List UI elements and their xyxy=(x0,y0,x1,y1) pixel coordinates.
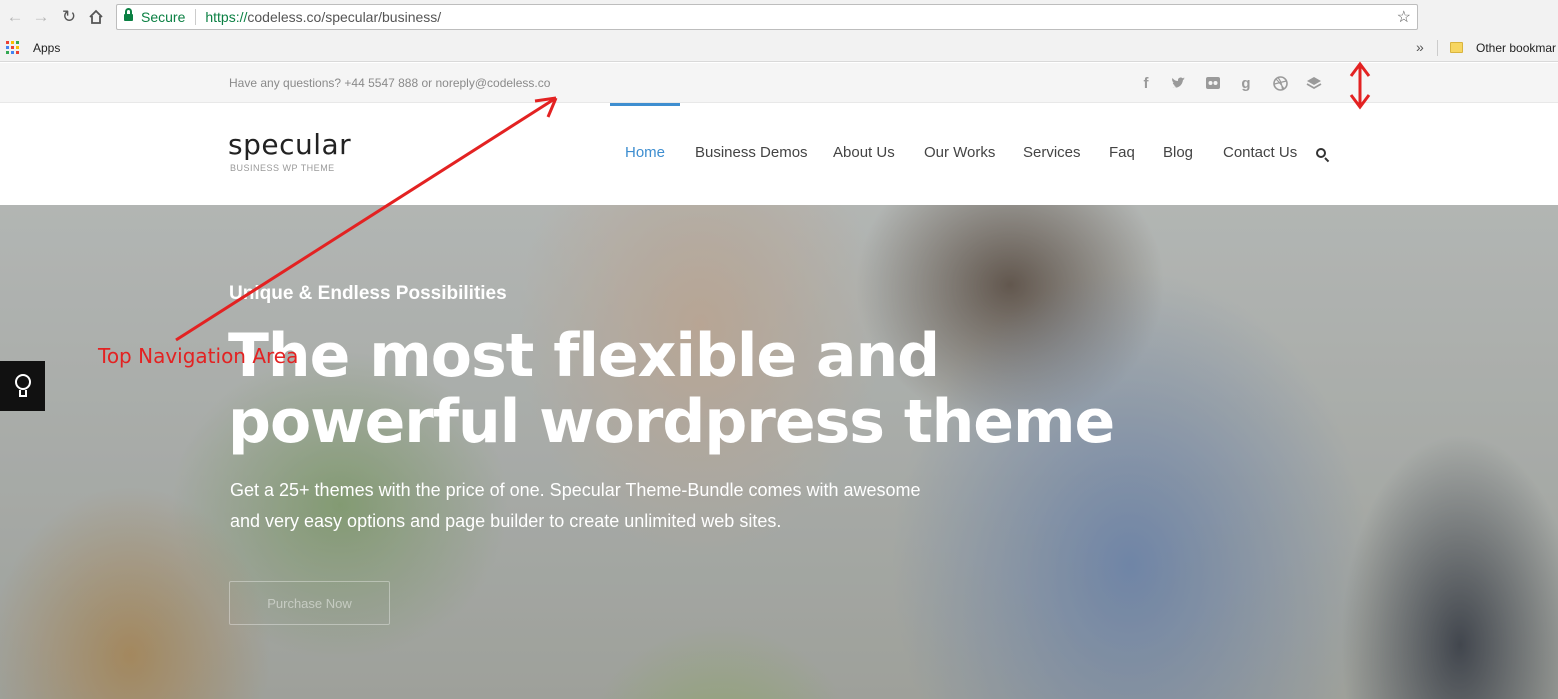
apps-grid-icon[interactable] xyxy=(6,41,19,54)
menu-item-blog[interactable]: Blog xyxy=(1163,144,1193,161)
search-icon[interactable] xyxy=(1316,148,1330,163)
menu-item-faq[interactable]: Faq xyxy=(1109,144,1135,161)
chevron-right-icon[interactable]: » xyxy=(1416,39,1424,55)
hero-title: The most flexible and powerful wordpress… xyxy=(228,321,1115,457)
lightbulb-toggle[interactable] xyxy=(0,361,45,411)
secure-label: Secure xyxy=(141,9,186,25)
bookmarks-bar: Apps » Other bookmar xyxy=(0,34,1558,62)
active-menu-indicator xyxy=(610,103,680,106)
forward-icon[interactable]: → xyxy=(30,6,52,28)
twitter-icon[interactable] xyxy=(1168,73,1188,93)
menu-item-home[interactable]: Home xyxy=(625,144,665,161)
logo-tagline: BUSINESS WP THEME xyxy=(230,163,335,173)
url-path: codeless.co/specular/business/ xyxy=(247,9,442,25)
hero-section: Unique & Endless Possibilities The most … xyxy=(0,205,1558,699)
menu-item-about-us[interactable]: About Us xyxy=(833,144,895,161)
top-contact-bar: Have any questions? +44 5547 888 or nore… xyxy=(0,63,1558,103)
lightbulb-icon xyxy=(14,374,31,398)
menu-item-services[interactable]: Services xyxy=(1023,144,1081,161)
menu-item-contact-us[interactable]: Contact Us xyxy=(1223,144,1297,161)
menu-item-our-works[interactable]: Our Works xyxy=(924,144,995,161)
hero-kicker: Unique & Endless Possibilities xyxy=(229,283,507,304)
flickr-icon[interactable] xyxy=(1203,73,1223,93)
hero-description: Get a 25+ themes with the price of one. … xyxy=(230,480,921,531)
reload-icon[interactable]: ↻ xyxy=(58,6,80,28)
google-icon[interactable]: g xyxy=(1236,73,1256,93)
omnibox-divider xyxy=(195,9,197,25)
bookmark-star-icon[interactable]: ☆ xyxy=(1397,7,1411,27)
folder-icon xyxy=(1450,42,1463,53)
lock-icon xyxy=(124,8,133,22)
url-scheme: https:// xyxy=(205,9,248,25)
contact-text: Have any questions? +44 5547 888 or nore… xyxy=(229,76,551,90)
layers-icon[interactable] xyxy=(1304,73,1324,93)
site-header: specular BUSINESS WP THEME Home Business… xyxy=(0,103,1558,205)
purchase-now-button[interactable]: Purchase Now xyxy=(229,581,390,625)
menu-item-business-demos[interactable]: Business Demos xyxy=(695,144,808,161)
dribbble-icon[interactable] xyxy=(1270,73,1290,93)
other-bookmarks[interactable]: Other bookmar xyxy=(1476,41,1556,55)
browser-toolbar: ← → ↻ Secure https://codeless.co/specula… xyxy=(0,0,1558,34)
annotation-label: Top Navigation Area xyxy=(98,344,299,368)
address-bar[interactable]: Secure https://codeless.co/specular/busi… xyxy=(116,4,1418,30)
apps-bookmark[interactable]: Apps xyxy=(33,41,60,55)
home-icon[interactable] xyxy=(85,6,107,28)
site-logo[interactable]: specular xyxy=(228,128,351,161)
bookmarks-divider xyxy=(1437,40,1438,56)
back-icon[interactable]: ← xyxy=(4,6,26,28)
facebook-icon[interactable]: f xyxy=(1136,73,1156,93)
